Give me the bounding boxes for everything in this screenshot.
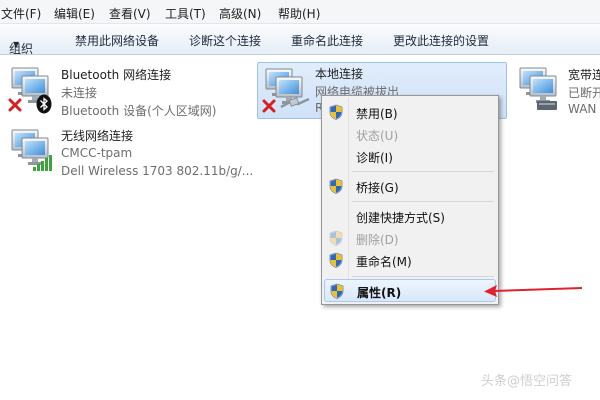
menu-item-label: 状态(U) [356,129,399,143]
change-settings-button[interactable]: 更改此连接的设置 [393,32,489,49]
menu-edit[interactable]: 编辑(E) [54,5,95,22]
menu-item-properties[interactable]: 属性(R) [324,279,496,302]
shield-icon [329,104,343,120]
connection-status: CMCC-tpam [61,146,133,160]
connection-device: Bluetooth 设备(个人区域网) [61,104,217,118]
menu-separator [352,171,494,172]
disable-device-button[interactable]: 禁用此网络设备 [75,32,159,49]
menu-item-create-shortcut[interactable]: 创建快捷方式(S) [324,205,496,227]
connection-name: Bluetooth 网络连接 [61,68,172,82]
shield-icon [330,283,344,299]
connection-wireless[interactable]: 无线网络连接 CMCC-tpam Dell Wireless 1703 802.… [4,124,254,184]
menu-item-label: 创建快捷方式(S) [356,211,445,225]
menu-tools[interactable]: 工具(T) [165,5,206,22]
shield-icon [329,230,343,246]
menu-item-bridge[interactable]: 桥接(G) [324,175,496,197]
menu-item-delete[interactable]: 删除(D) [324,227,496,249]
connection-status: 未连接 [61,86,98,100]
menu-item-status[interactable]: 状态(U) [324,123,496,145]
disconnected-x-icon [8,98,22,112]
menu-item-disable[interactable]: 禁用(B) [324,101,496,123]
network-cable-icon [280,97,310,109]
rename-button[interactable]: 重命名此连接 [291,32,363,49]
connection-name: 本地连接 [315,67,364,81]
menu-item-diagnose[interactable]: 诊断(I) [324,145,496,167]
bluetooth-icon [36,94,52,114]
menu-item-label: 重命名(M) [356,255,412,269]
menu-separator [352,276,494,277]
menu-item-label: 桥接(G) [356,181,399,195]
menu-help[interactable]: 帮助(H) [278,5,320,22]
shield-icon [329,252,343,268]
connection-device: WAN [568,102,597,116]
connection-name: 无线网络连接 [61,129,134,143]
menu-view[interactable]: 查看(V) [109,5,151,22]
menu-advanced[interactable]: 高级(N) [219,5,261,22]
menu-item-rename[interactable]: 重命名(M) [324,249,496,271]
command-bar: 组织 ▼ 禁用此网络设备 诊断这个连接 重命名此连接 更改此连接的设置 [0,24,600,56]
watermark-text: 头条@悟空问答 [481,374,573,389]
shield-icon [329,178,343,194]
menu-item-label: 删除(D) [356,233,399,247]
signal-strength-icon [33,155,52,171]
menu-bar: 文件(F) 编辑(E) 查看(V) 工具(T) 高级(N) 帮助(H) [0,0,600,24]
menu-separator [352,201,494,202]
modem-icon [537,101,557,110]
connection-device: Dell Wireless 1703 802.11b/g/... [61,164,254,178]
connection-status: 已断开 [568,86,600,100]
disconnected-x-icon [262,99,276,113]
diagnose-button[interactable]: 诊断这个连接 [189,32,261,49]
context-menu: 禁用(B) 状态(U) 诊断(I) 桥接(G) 创建快捷方式(S) 删除(D) … [321,95,499,305]
menu-item-label: 禁用(B) [356,107,398,121]
menu-item-label: 属性(R) [357,286,402,300]
menu-file[interactable]: 文件(F) [1,5,41,22]
chevron-down-icon: ▼ [13,40,20,49]
annotation-arrow-icon [484,285,583,297]
menu-item-label: 诊断(I) [356,151,393,165]
connection-broadband[interactable]: 宽带连 已断开 WAN [512,62,600,122]
connection-bluetooth[interactable]: Bluetooth 网络连接 未连接 Bluetooth 设备(个人区域网) [4,62,254,122]
connection-name: 宽带连 [568,68,600,82]
